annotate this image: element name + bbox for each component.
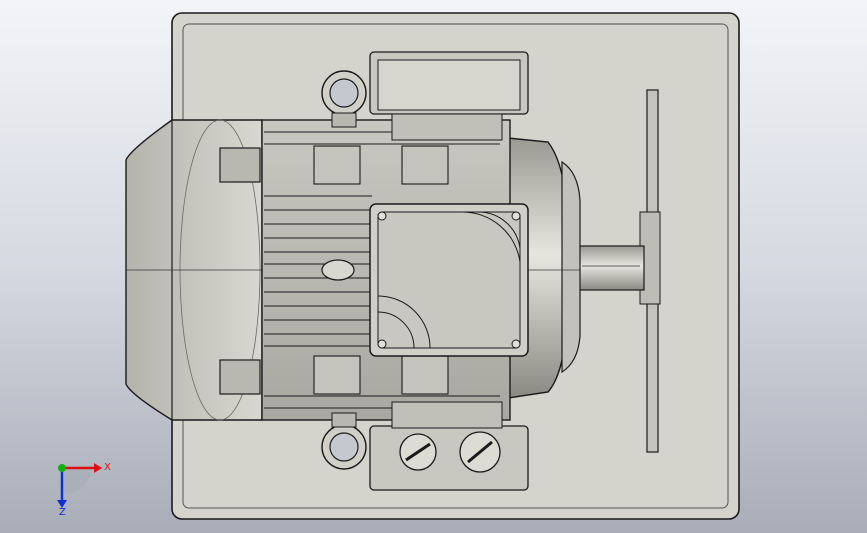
terminal-cover[interactable] bbox=[369, 203, 529, 357]
triad-shadow bbox=[64, 466, 92, 494]
rear-clamp-bottom[interactable] bbox=[219, 359, 261, 395]
axis-triad: X Z bbox=[57, 462, 111, 516]
y-axis-dot bbox=[58, 464, 66, 472]
x-axis-head bbox=[94, 463, 102, 473]
z-axis-label: Z bbox=[59, 507, 66, 516]
rear-clamp-top[interactable] bbox=[219, 147, 261, 183]
cad-viewport[interactable]: X Z bbox=[0, 0, 867, 533]
front-bearing-cap[interactable] bbox=[561, 160, 581, 374]
x-axis-label: X bbox=[104, 462, 111, 473]
motor-assembly-view[interactable] bbox=[0, 0, 867, 533]
output-shaft[interactable] bbox=[577, 245, 645, 291]
cable-gland-right[interactable] bbox=[459, 431, 501, 473]
cable-gland-left[interactable] bbox=[399, 433, 437, 471]
shaft-coupler[interactable] bbox=[321, 259, 355, 281]
